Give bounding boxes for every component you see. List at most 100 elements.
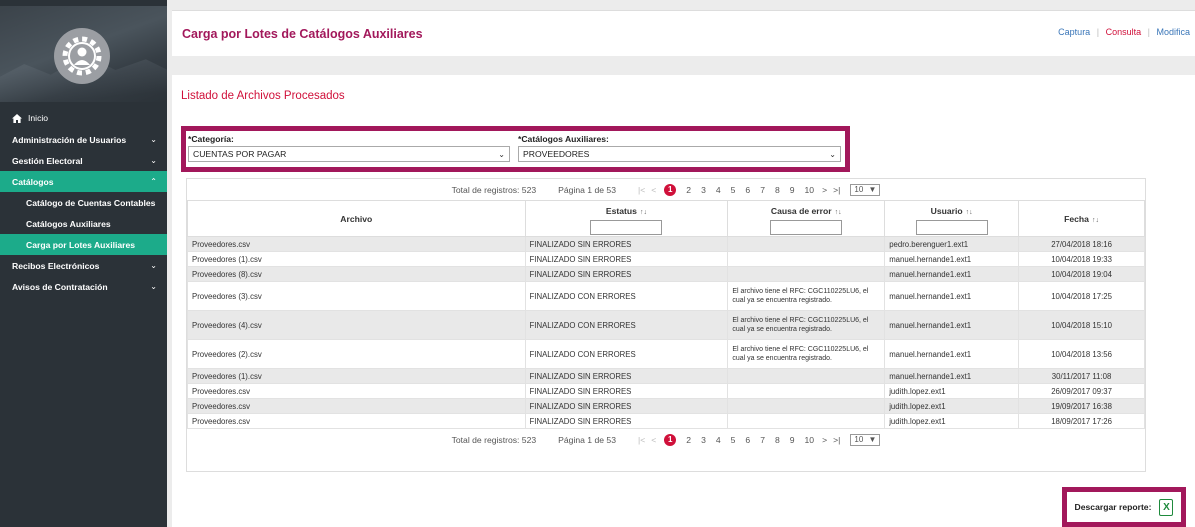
cell-archivo-text: Proveedores (1).csv <box>192 371 262 381</box>
page-button[interactable]: 1 <box>664 183 677 196</box>
chevron-down-icon: ⌄ <box>150 156 157 165</box>
page-button[interactable]: 4 <box>716 185 721 195</box>
column-header-fecha[interactable]: Fecha ↑↓ <box>1018 200 1145 237</box>
page-button[interactable]: 8 <box>775 435 780 445</box>
table-row[interactable]: Proveedores.csv FINALIZADO SIN ERRORES jud… <box>187 398 1145 414</box>
sidebar-subitem-catalogos-auxiliares[interactable]: Catálogos Auxiliares <box>0 213 167 234</box>
page-button[interactable]: 2 <box>686 435 691 445</box>
sidebar-item-inicio[interactable]: Inicio <box>0 107 167 129</box>
page-button[interactable]: 7 <box>760 185 765 195</box>
cell-fecha: 26/09/2017 09:37 <box>1018 383 1145 399</box>
table-row[interactable]: Proveedores (2).csv FINALIZADO CON ERRORE… <box>187 339 1145 369</box>
table-row[interactable]: Proveedores.csv FINALIZADO SIN ERRORES jud… <box>187 383 1145 399</box>
page-size-select[interactable]: 10 ▼ <box>850 433 881 446</box>
first-page-button[interactable]: |< <box>638 435 645 445</box>
cell-archivo: Proveedores (3).csv <box>187 281 526 311</box>
link-captura[interactable]: Captura <box>1058 27 1090 37</box>
next-page-button[interactable]: > <box>822 185 827 195</box>
page-info: Página 1 de 53 <box>558 184 616 195</box>
catalogos-select[interactable]: PROVEEDORES ⌄ <box>518 146 841 162</box>
link-modifica[interactable]: Modifica <box>1156 27 1190 37</box>
page-button[interactable]: 9 <box>790 435 795 445</box>
next-page-button[interactable]: > <box>822 435 827 445</box>
sort-icon[interactable]: ↑↓ <box>966 209 973 216</box>
sidebar-nav: Inicio Administración de Usuarios ⌄ Gest… <box>0 107 167 297</box>
page-size-value: 10 <box>854 185 864 194</box>
cell-fecha: 10/04/2018 17:25 <box>1018 281 1145 311</box>
page-button[interactable]: 1 <box>664 433 677 446</box>
page-button[interactable]: 10 <box>805 435 815 445</box>
first-page-button[interactable]: |< <box>638 185 645 195</box>
cell-usuario-text: judith.lopez.ext1 <box>889 386 946 396</box>
cell-estatus-text: FINALIZADO SIN ERRORES <box>529 401 632 411</box>
page-button[interactable]: 5 <box>731 435 736 445</box>
cell-usuario-text: judith.lopez.ext1 <box>889 416 946 426</box>
column-header-usuario[interactable]: Usuario ↑↓ <box>884 200 1020 237</box>
page-button[interactable]: 6 <box>745 435 750 445</box>
page-button[interactable]: 9 <box>790 185 795 195</box>
link-consulta[interactable]: Consulta <box>1106 27 1142 37</box>
cell-fecha-text: 10/04/2018 15:10 <box>1051 320 1112 330</box>
page-button[interactable]: 7 <box>760 435 765 445</box>
page-button[interactable]: 8 <box>775 185 780 195</box>
sidebar-item-recibos[interactable]: Recibos Electrónicos ⌄ <box>0 255 167 276</box>
sidebar-item-catalogos[interactable]: Catálogos ⌃ <box>0 171 167 192</box>
table-row[interactable]: Proveedores (8).csv FINALIZADO SIN ERRORE… <box>187 266 1145 282</box>
column-header-label: Usuario <box>930 206 963 216</box>
table-row[interactable]: Proveedores (3).csv FINALIZADO CON ERRORE… <box>187 281 1145 311</box>
cell-causa <box>727 236 886 252</box>
filters-box: *Categoría: CUENTAS POR PAGAR ⌄ *Catálog… <box>181 126 850 172</box>
table-row[interactable]: Proveedores (4).csv FINALIZADO CON ERRORE… <box>187 310 1145 340</box>
chevron-down-icon: ⌄ <box>829 149 836 159</box>
causa-filter-input[interactable] <box>770 220 843 235</box>
table-row[interactable]: Proveedores.csv FINALIZADO SIN ERRORES ped… <box>187 236 1145 252</box>
table-row[interactable]: Proveedores (1).csv FINALIZADO SIN ERRORE… <box>187 251 1145 267</box>
table-row[interactable]: Proveedores.csv FINALIZADO SIN ERRORES jud… <box>187 413 1145 429</box>
categoria-select[interactable]: CUENTAS POR PAGAR ⌄ <box>188 146 510 162</box>
sidebar-subitem-carga-lotes[interactable]: Carga por Lotes Auxiliares <box>0 234 167 255</box>
catalogos-filter: *Catálogos Auxiliares: PROVEEDORES ⌄ <box>518 134 841 162</box>
sidebar-item-administracion[interactable]: Administración de Usuarios ⌄ <box>0 129 167 150</box>
page-button[interactable]: 10 <box>805 185 815 195</box>
sidebar-item-label: Avisos de Contratación <box>12 281 108 292</box>
estatus-filter-input[interactable] <box>590 220 663 235</box>
categoria-label: *Categoría: <box>188 134 234 144</box>
column-header-estatus[interactable]: Estatus ↑↓ <box>524 200 729 237</box>
last-page-button[interactable]: >| <box>833 435 840 445</box>
page-button[interactable]: 2 <box>686 185 691 195</box>
home-icon <box>12 113 22 123</box>
page-button[interactable]: 5 <box>731 185 736 195</box>
chevron-down-icon: ⌄ <box>150 135 157 144</box>
column-header-label: Estatus <box>605 206 637 216</box>
page-info: Página 1 de 53 <box>558 434 616 445</box>
pager-bottom: Total de registros: 523 Página 1 de 53 |… <box>187 429 1145 450</box>
cell-archivo-text: Proveedores (1).csv <box>192 254 262 264</box>
prev-page-button[interactable]: < <box>651 185 656 195</box>
link-separator: | <box>1096 27 1100 37</box>
cell-fecha-text: 19/09/2017 16:38 <box>1051 401 1112 411</box>
cell-fecha: 18/09/2017 17:26 <box>1018 413 1145 429</box>
cell-estatus: FINALIZADO SIN ERRORES <box>524 368 729 384</box>
column-header-causa[interactable]: Causa de error ↑↓ <box>727 200 886 237</box>
page-button[interactable]: 6 <box>745 185 750 195</box>
cell-archivo-text: Proveedores (2).csv <box>192 349 262 359</box>
total-records: Total de registros: 523 <box>451 434 537 445</box>
sort-icon[interactable]: ↑↓ <box>835 209 842 216</box>
last-page-button[interactable]: >| <box>833 185 840 195</box>
page-button[interactable]: 3 <box>701 185 706 195</box>
prev-page-button[interactable]: < <box>651 435 656 445</box>
excel-icon[interactable]: X <box>1159 498 1174 516</box>
sidebar-item-avisos[interactable]: Avisos de Contratación ⌄ <box>0 276 167 297</box>
page-button[interactable]: 4 <box>716 435 721 445</box>
sort-icon[interactable]: ↑↓ <box>640 209 647 216</box>
page-button[interactable]: 3 <box>701 435 706 445</box>
sidebar-subitem-cuentas-contables[interactable]: Catálogo de Cuentas Contables <box>0 192 167 213</box>
usuario-filter-input[interactable] <box>915 220 988 235</box>
sidebar-item-gestion[interactable]: Gestión Electoral ⌄ <box>0 150 167 171</box>
cell-estatus: FINALIZADO SIN ERRORES <box>524 398 729 414</box>
sort-icon[interactable]: ↑↓ <box>1092 217 1099 224</box>
cell-causa: El archivo tiene el RFC: CGC110225LU6, e… <box>727 339 886 369</box>
table-row[interactable]: Proveedores (1).csv FINALIZADO SIN ERRORE… <box>187 368 1145 384</box>
sidebar-subitem-label: Catálogos Auxiliares <box>26 218 111 229</box>
page-size-select[interactable]: 10 ▼ <box>850 183 881 196</box>
